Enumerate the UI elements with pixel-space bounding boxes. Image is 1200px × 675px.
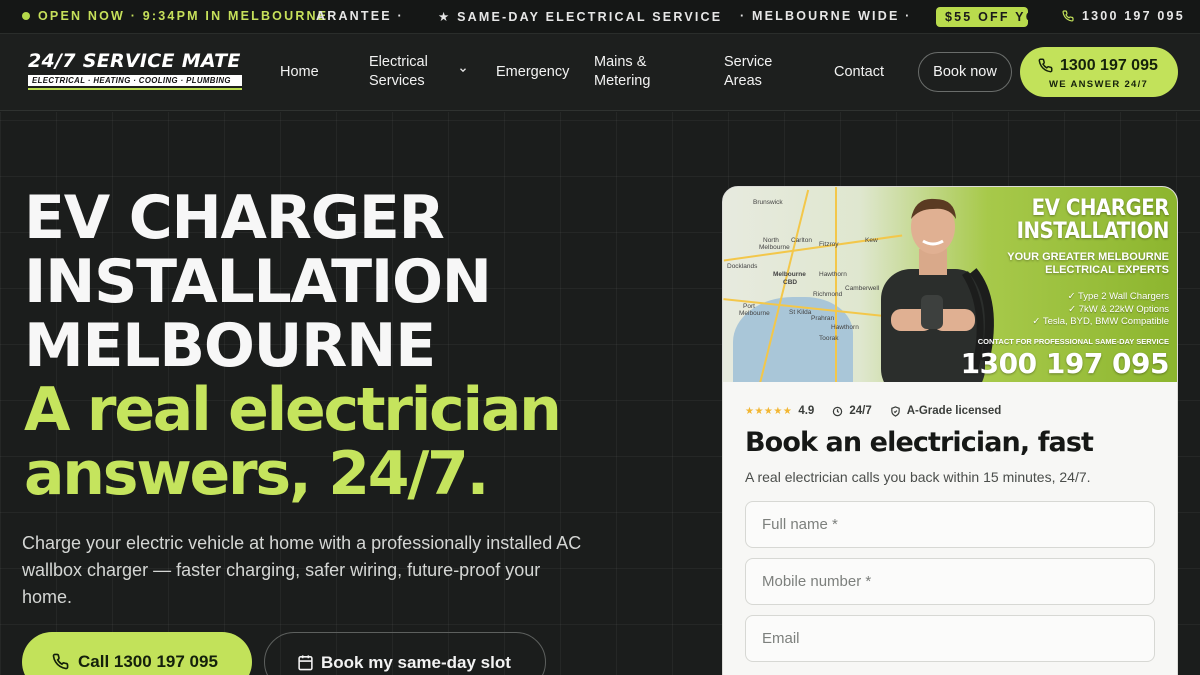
open-status: OPEN NOW · 9:34PM IN MELBOURNE bbox=[22, 9, 328, 23]
hero-headline-line3: MELBOURNE bbox=[24, 311, 436, 381]
hero-book-label: Book my same-day slot bbox=[321, 653, 511, 672]
trust-badges: ★★★★★ 4.9 24/7 A-Grade licensed bbox=[745, 405, 1001, 417]
nav-service-areas-line1: Service bbox=[724, 54, 773, 70]
hero-tagline-line1: A real electrician bbox=[24, 375, 562, 445]
ticker-phone-text: 1300 197 095 bbox=[1082, 9, 1185, 23]
same-day-service: ★ SAME-DAY ELECTRICAL SERVICE bbox=[438, 10, 723, 24]
map-label-hawthorn-bottom: Hawthorn bbox=[831, 324, 859, 331]
hero-description: Charge your electric vehicle at home wit… bbox=[22, 533, 582, 607]
book-now-button[interactable]: Book now bbox=[918, 52, 1012, 92]
rating-value: 4.9 bbox=[798, 405, 815, 417]
map-label-melbourne-cbd-1: Melbourne bbox=[773, 271, 806, 278]
full-name-field[interactable] bbox=[745, 501, 1155, 548]
hero-book-button[interactable]: Book my same-day slot bbox=[264, 632, 546, 675]
map-label-melbourne-cbd-2: CBD bbox=[783, 279, 798, 286]
map-label-brunswick: Brunswick bbox=[753, 199, 783, 206]
license-text: A-Grade licensed bbox=[906, 405, 1002, 417]
open-status-text: OPEN NOW · 9:34PM IN MELBOURNE bbox=[38, 9, 329, 23]
banner-title: EV CHARGER INSTALLATION bbox=[1016, 196, 1170, 244]
site-logo[interactable]: 24/7 SERVICE MATE ELECTRICAL · HEATING ·… bbox=[28, 50, 242, 90]
map-label-north-melbourne-1: North bbox=[763, 237, 779, 244]
nav-service-areas[interactable]: Service Areas bbox=[724, 53, 772, 91]
banner-feature: ✓ Type 2 Wall Chargers bbox=[1067, 291, 1169, 302]
phone-icon bbox=[1062, 10, 1074, 22]
nav-mains-line1: Mains & bbox=[594, 54, 647, 70]
clock-icon bbox=[833, 406, 843, 416]
nav-home[interactable]: Home bbox=[280, 63, 319, 82]
nav-electrical-services-line1: Electrical bbox=[369, 54, 428, 70]
map-label-prahran: Prahran bbox=[811, 315, 835, 322]
map-label-richmond: Richmond bbox=[813, 291, 843, 298]
promo-badge[interactable]: $55 OFF YO bbox=[936, 7, 1028, 27]
hero-headline-line2: INSTALLATION bbox=[24, 247, 492, 317]
booking-title: Book an electrician, fast bbox=[745, 427, 1094, 458]
logo-tagline: ELECTRICAL · HEATING · COOLING · PLUMBIN… bbox=[28, 75, 242, 86]
logo-underline bbox=[28, 88, 242, 90]
banner-phone: 1300 197 095 bbox=[960, 347, 1170, 380]
phone-icon bbox=[52, 653, 69, 670]
nav-service-areas-line2: Areas bbox=[724, 73, 762, 89]
logo-wordmark: 24/7 SERVICE MATE bbox=[28, 50, 241, 72]
banner-title-line2: INSTALLATION bbox=[1016, 219, 1170, 244]
availability-text: 24/7 bbox=[849, 405, 872, 417]
ev-charger-banner: Brunswick North Melbourne Carlton Fitzro… bbox=[723, 187, 1177, 382]
announcement-ticker: OPEN NOW · 9:34PM IN MELBOURNE ARANTEE ·… bbox=[0, 0, 1200, 34]
banner-contact-line: CONTACT FOR PROFESSIONAL SAME-DAY SERVIC… bbox=[977, 337, 1169, 346]
banner-title-line1: EV CHARGER bbox=[1031, 196, 1170, 221]
banner-subtitle: YOUR GREATER MELBOURNE ELECTRICAL EXPERT… bbox=[1007, 251, 1169, 277]
nav-mains-line2: Metering bbox=[594, 73, 651, 89]
banner-subtitle-line2: ELECTRICAL EXPERTS bbox=[1045, 264, 1169, 276]
map-label-port-melbourne-2: Melbourne bbox=[739, 310, 770, 317]
map-label-toorak: Toorak bbox=[819, 335, 839, 342]
melbourne-wide: · MELBOURNE WIDE · bbox=[740, 9, 912, 23]
nav-mains-metering[interactable]: Mains & Metering bbox=[594, 53, 650, 91]
hero-call-button[interactable]: Call 1300 197 095 bbox=[22, 632, 252, 675]
hero-tagline-line2: answers, 24/7. bbox=[24, 439, 489, 509]
availability-badge: 24/7 bbox=[832, 405, 872, 417]
nav-contact[interactable]: Contact bbox=[834, 63, 884, 82]
banner-subtitle-line1: YOUR GREATER MELBOURNE bbox=[1007, 251, 1169, 263]
booking-subtitle: A real electrician calls you back within… bbox=[745, 469, 1091, 485]
header-call-number: 1300 197 095 bbox=[1060, 57, 1158, 74]
header-call-button[interactable]: 1300 197 095 WE ANSWER 24/7 bbox=[1020, 47, 1178, 97]
hero-section: EV CHARGER INSTALLATION MELBOURNE A real… bbox=[0, 112, 1200, 675]
ticker-phone[interactable]: 1300 197 095 bbox=[1062, 9, 1185, 23]
booking-card: Brunswick North Melbourne Carlton Fitzro… bbox=[722, 186, 1178, 675]
hero-call-label: Call 1300 197 095 bbox=[78, 652, 218, 671]
hero-headline-line1: EV CHARGER bbox=[24, 183, 445, 253]
chevron-down-icon[interactable] bbox=[458, 65, 468, 75]
guarantee-fragment: ARANTEE · bbox=[316, 9, 404, 23]
mobile-number-field[interactable] bbox=[745, 558, 1155, 605]
map-label-fitzroy: Fitzroy bbox=[819, 241, 839, 248]
banner-features: ✓ Type 2 Wall Chargers ✓ 7kW & 22kW Opti… bbox=[1032, 291, 1169, 329]
map-label-carlton: Carlton bbox=[791, 237, 812, 244]
map-label-docklands: Docklands bbox=[727, 263, 758, 270]
phone-icon bbox=[1038, 58, 1053, 73]
map-label-hawthorn-top: Hawthorn bbox=[819, 271, 847, 278]
nav-emergency[interactable]: Emergency bbox=[496, 63, 569, 82]
shield-check-icon bbox=[890, 405, 900, 417]
nav-electrical-services[interactable]: Electrical Services bbox=[369, 53, 428, 91]
star-rating-icon: ★★★★★ bbox=[745, 405, 793, 417]
status-dot-icon bbox=[22, 12, 30, 20]
map-label-port-melbourne-1: Port bbox=[743, 303, 755, 310]
map-road bbox=[835, 187, 837, 382]
license-badge: A-Grade licensed bbox=[890, 405, 1002, 417]
banner-feature: ✓ 7kW & 22kW Options bbox=[1068, 303, 1169, 315]
map-label-north-melbourne-2: Melbourne bbox=[759, 244, 790, 251]
header-call-sub: WE ANSWER 24/7 bbox=[1049, 79, 1149, 90]
nav-electrical-services-line2: Services bbox=[369, 73, 425, 89]
map-label-st-kilda: St Kilda bbox=[789, 309, 812, 316]
email-field[interactable] bbox=[745, 615, 1155, 662]
banner-feature: ✓ Tesla, BYD, BMW Compatible bbox=[1032, 316, 1169, 327]
calendar-icon bbox=[298, 655, 313, 671]
